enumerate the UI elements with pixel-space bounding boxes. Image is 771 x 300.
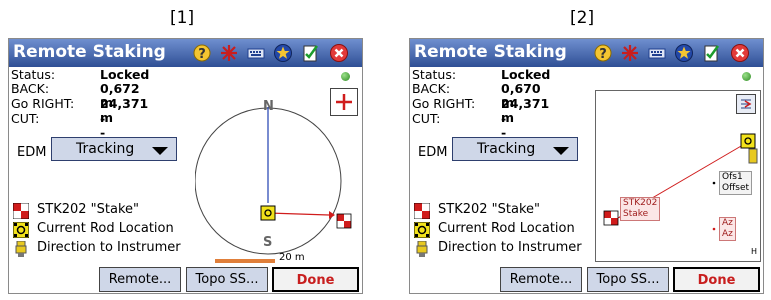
offset-map-label: Ofs1 Offset — [719, 171, 753, 195]
done-button[interactable]: Done — [673, 267, 760, 292]
star-burst-icon[interactable] — [219, 43, 239, 63]
favorite-star-icon[interactable] — [273, 43, 293, 63]
instrument-icon — [15, 241, 27, 257]
rod-location-icon — [414, 222, 430, 238]
topo-ss-button[interactable]: Topo SS... — [186, 267, 268, 292]
title-bar: Remote Staking ? — [410, 39, 763, 67]
stake-map-desc: Stake — [623, 209, 649, 219]
cut-label: CUT: — [412, 111, 441, 126]
status-value: Locked — [501, 67, 551, 82]
chevron-down-icon — [152, 147, 168, 155]
edm-label: EDM — [17, 145, 47, 160]
close-icon[interactable] — [730, 43, 750, 63]
edm-mode-dropdown[interactable]: Tracking — [452, 137, 578, 161]
go-right-label: Go RIGHT: — [412, 96, 476, 111]
compass-north-label: N — [263, 99, 274, 114]
close-icon[interactable] — [329, 43, 349, 63]
legend-rod-label: Current Rod Location — [37, 221, 174, 236]
offset-label: Offset — [722, 183, 750, 193]
map-corner-label: H — [751, 247, 758, 256]
favorite-star-icon[interactable] — [674, 43, 694, 63]
legend-stake-label: STK202 "Stake" — [37, 202, 140, 217]
status-label: Status: — [412, 67, 457, 82]
star-burst-icon[interactable] — [620, 43, 640, 63]
edm-mode-dropdown[interactable]: Tracking — [51, 137, 177, 161]
stake-target-marker — [603, 210, 619, 226]
direction-line — [267, 212, 330, 216]
zoom-extents-icon — [741, 99, 752, 109]
caption-1: [1] — [170, 8, 195, 28]
ofs1-label: Ofs1 — [722, 172, 743, 182]
az-point — [712, 227, 716, 231]
done-button[interactable]: Done — [272, 267, 359, 292]
scale-label: 20 m — [279, 252, 305, 263]
status-led — [742, 72, 751, 81]
status-label: Status: — [11, 67, 56, 82]
edm-label: EDM — [418, 145, 448, 160]
cut-label: CUT: — [11, 111, 40, 126]
rod-location-marker — [740, 133, 756, 149]
stake-target-icon — [13, 203, 29, 219]
legend-instrument-label: Direction to Instrumer — [37, 240, 181, 255]
remote-button[interactable]: Remote... — [99, 267, 181, 292]
topo-ss-button[interactable]: Topo SS... — [587, 267, 669, 292]
edm-mode-value: Tracking — [477, 141, 536, 157]
chevron-down-icon — [553, 147, 569, 155]
caption-2: [2] — [570, 8, 595, 28]
svg-text:?: ? — [599, 47, 607, 62]
go-right-value: 24,371 m — [501, 96, 550, 125]
stake-target-marker — [336, 213, 352, 229]
legend-rod-label: Current Rod Location — [438, 221, 575, 236]
go-right-value: 24,371 m — [100, 96, 149, 125]
edm-mode-value: Tracking — [76, 141, 135, 157]
instrument-icon — [416, 241, 428, 257]
window-title: Remote Staking — [414, 42, 567, 62]
svg-text:?: ? — [198, 47, 206, 62]
stake-map-label: STK202 Stake — [620, 197, 661, 221]
remote-staking-window-2: Remote Staking ? Status: Locked BACK: 0,… — [409, 38, 764, 294]
scale-bar — [215, 259, 275, 263]
map-view[interactable]: STK202 Stake Ofs1 Offset Az Az H — [595, 90, 761, 262]
back-label: BACK: — [11, 81, 50, 96]
zoom-extents-button[interactable] — [736, 94, 756, 114]
instrument-marker — [748, 148, 758, 164]
legend-stake-label: STK202 "Stake" — [438, 202, 541, 217]
az-label-2: Az — [722, 229, 733, 239]
keyboard-icon[interactable] — [246, 43, 266, 63]
window-title: Remote Staking — [13, 42, 166, 62]
legend-instrument-label: Direction to Instrumer — [438, 240, 582, 255]
help-icon[interactable]: ? — [593, 43, 613, 63]
rod-location-icon — [13, 222, 29, 238]
az-map-label: Az Az — [719, 217, 736, 241]
status-value: Locked — [100, 67, 150, 82]
compass-south-label: S — [263, 235, 273, 250]
checklist-icon[interactable] — [701, 43, 721, 63]
go-right-label: Go RIGHT: — [11, 96, 75, 111]
rod-location-marker — [260, 205, 276, 221]
keyboard-icon[interactable] — [647, 43, 667, 63]
remote-button[interactable]: Remote... — [500, 267, 582, 292]
status-led — [341, 72, 350, 81]
stake-map-name: STK202 — [623, 198, 658, 208]
az-label-1: Az — [722, 218, 733, 228]
help-icon[interactable]: ? — [192, 43, 212, 63]
title-bar: Remote Staking ? — [9, 39, 362, 67]
offset-point — [712, 181, 716, 185]
stake-target-icon — [414, 203, 430, 219]
remote-staking-window-1: Remote Staking ? Status: Locked BACK: 0,… — [8, 38, 363, 294]
back-label: BACK: — [412, 81, 451, 96]
compass-plot — [195, 107, 352, 255]
checklist-icon[interactable] — [300, 43, 320, 63]
